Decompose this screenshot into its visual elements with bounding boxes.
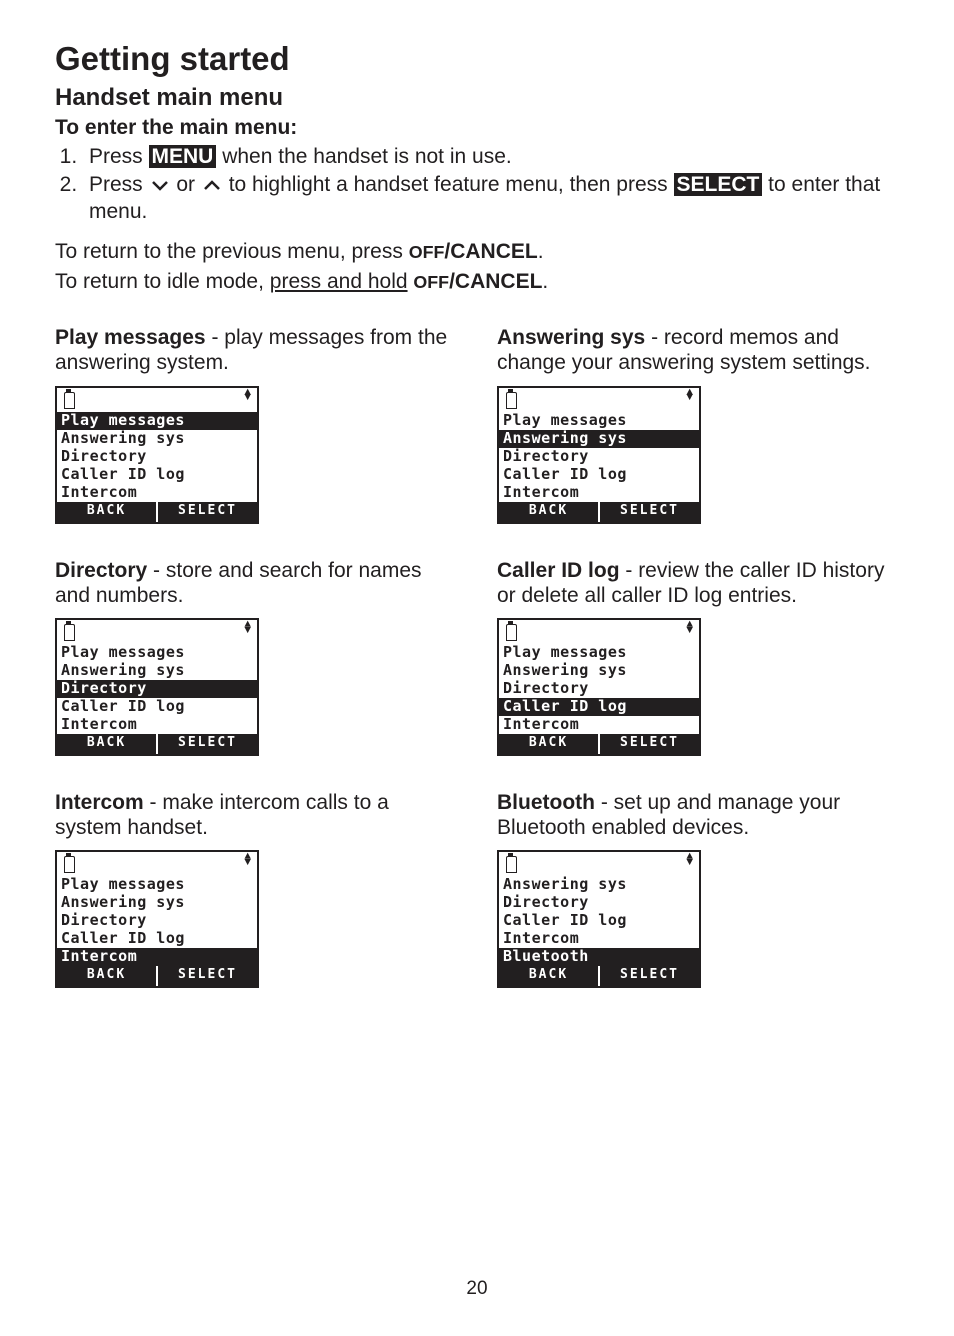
scroll-arrows-icon: ▲▼	[686, 623, 693, 634]
menu-item-ans[interactable]: Answering sys	[57, 662, 257, 680]
lcd-directory: ▲▼ Play messages Answering sys Directory…	[55, 618, 259, 756]
step-1: Press MENU when the handset is not in us…	[83, 144, 899, 170]
play-messages-desc: Play messages - play messages from the a…	[55, 325, 457, 375]
lcd-intercom: ▲▼ Play messages Answering sys Directory…	[55, 850, 259, 988]
answering-sys-desc: Answering sys - record memos and change …	[497, 325, 899, 375]
intercom-desc: Intercom - make intercom calls to a syst…	[55, 790, 457, 840]
softkey-select[interactable]: SELECT	[598, 966, 699, 986]
menu-item-ans[interactable]: Answering sys	[57, 430, 257, 448]
menu-item-ans[interactable]: Answering sys	[499, 662, 699, 680]
menu-item-cid[interactable]: Caller ID log	[57, 698, 257, 716]
softkey-select[interactable]: SELECT	[156, 734, 257, 754]
menu-item-play[interactable]: Play messages	[57, 644, 257, 662]
signal-icon	[63, 856, 75, 872]
lcd-play-messages: ▲▼ Play messages Answering sys Directory…	[55, 386, 259, 524]
scroll-arrows-icon: ▲▼	[244, 391, 251, 402]
softkey-select[interactable]: SELECT	[156, 502, 257, 522]
softkey-back[interactable]: BACK	[499, 966, 598, 986]
softkey-back[interactable]: BACK	[499, 734, 598, 754]
step-2: Press or to highlight a handset feature …	[83, 172, 899, 225]
chevron-down-icon	[150, 180, 170, 192]
menu-item-int[interactable]: Intercom	[57, 484, 257, 502]
menu-item-play[interactable]: Play messages	[57, 876, 257, 894]
signal-icon	[505, 624, 517, 640]
menu-item-int[interactable]: Intercom	[499, 930, 699, 948]
return-prev: To return to the previous menu, press OF…	[55, 239, 899, 265]
menu-item-ans[interactable]: Answering sys	[499, 876, 699, 894]
menu-item-bt[interactable]: Bluetooth	[499, 948, 699, 966]
menu-item-ans[interactable]: Answering sys	[57, 894, 257, 912]
menu-item-int[interactable]: Intercom	[57, 948, 257, 966]
menu-key: MENU	[149, 145, 217, 168]
page-number: 20	[0, 1278, 954, 1300]
menu-item-dir[interactable]: Directory	[57, 912, 257, 930]
scroll-arrows-icon: ▲▼	[686, 855, 693, 866]
chevron-up-icon	[202, 180, 222, 192]
section-title: To enter the main menu:	[55, 116, 899, 140]
menu-item-int[interactable]: Intercom	[499, 484, 699, 502]
menu-item-cid[interactable]: Caller ID log	[57, 466, 257, 484]
softkey-back[interactable]: BACK	[499, 502, 598, 522]
menu-item-cid[interactable]: Caller ID log	[499, 698, 699, 716]
lcd-answering-sys: ▲▼ Play messages Answering sys Directory…	[497, 386, 701, 524]
signal-icon	[505, 392, 517, 408]
softkey-back[interactable]: BACK	[57, 734, 156, 754]
softkey-select[interactable]: SELECT	[156, 966, 257, 986]
menu-item-cid[interactable]: Caller ID log	[499, 466, 699, 484]
menu-item-dir[interactable]: Directory	[499, 894, 699, 912]
directory-desc: Directory - store and search for names a…	[55, 558, 457, 608]
signal-icon	[505, 856, 517, 872]
menu-item-dir[interactable]: Directory	[57, 680, 257, 698]
caller-id-desc: Caller ID log - review the caller ID his…	[497, 558, 899, 608]
signal-icon	[63, 392, 75, 408]
scroll-arrows-icon: ▲▼	[686, 391, 693, 402]
bluetooth-desc: Bluetooth - set up and manage your Bluet…	[497, 790, 899, 840]
softkey-select[interactable]: SELECT	[598, 502, 699, 522]
select-key: SELECT	[674, 173, 763, 196]
scroll-arrows-icon: ▲▼	[244, 623, 251, 634]
lcd-caller-id: ▲▼ Play messages Answering sys Directory…	[497, 618, 701, 756]
menu-item-dir[interactable]: Directory	[57, 448, 257, 466]
softkey-select[interactable]: SELECT	[598, 734, 699, 754]
menu-item-cid[interactable]: Caller ID log	[57, 930, 257, 948]
page-title: Getting started	[55, 40, 899, 78]
signal-icon	[63, 624, 75, 640]
page-subtitle: Handset main menu	[55, 84, 899, 112]
menu-item-play[interactable]: Play messages	[499, 644, 699, 662]
menu-item-dir[interactable]: Directory	[499, 448, 699, 466]
softkey-back[interactable]: BACK	[57, 966, 156, 986]
menu-item-dir[interactable]: Directory	[499, 680, 699, 698]
lcd-bluetooth: ▲▼ Answering sys Directory Caller ID log…	[497, 850, 701, 988]
softkey-back[interactable]: BACK	[57, 502, 156, 522]
menu-item-int[interactable]: Intercom	[499, 716, 699, 734]
menu-item-ans[interactable]: Answering sys	[499, 430, 699, 448]
scroll-arrows-icon: ▲▼	[244, 855, 251, 866]
menu-item-int[interactable]: Intercom	[57, 716, 257, 734]
menu-item-play[interactable]: Play messages	[499, 412, 699, 430]
menu-item-play[interactable]: Play messages	[57, 412, 257, 430]
return-idle: To return to idle mode, press and hold O…	[55, 269, 899, 295]
menu-item-cid[interactable]: Caller ID log	[499, 912, 699, 930]
